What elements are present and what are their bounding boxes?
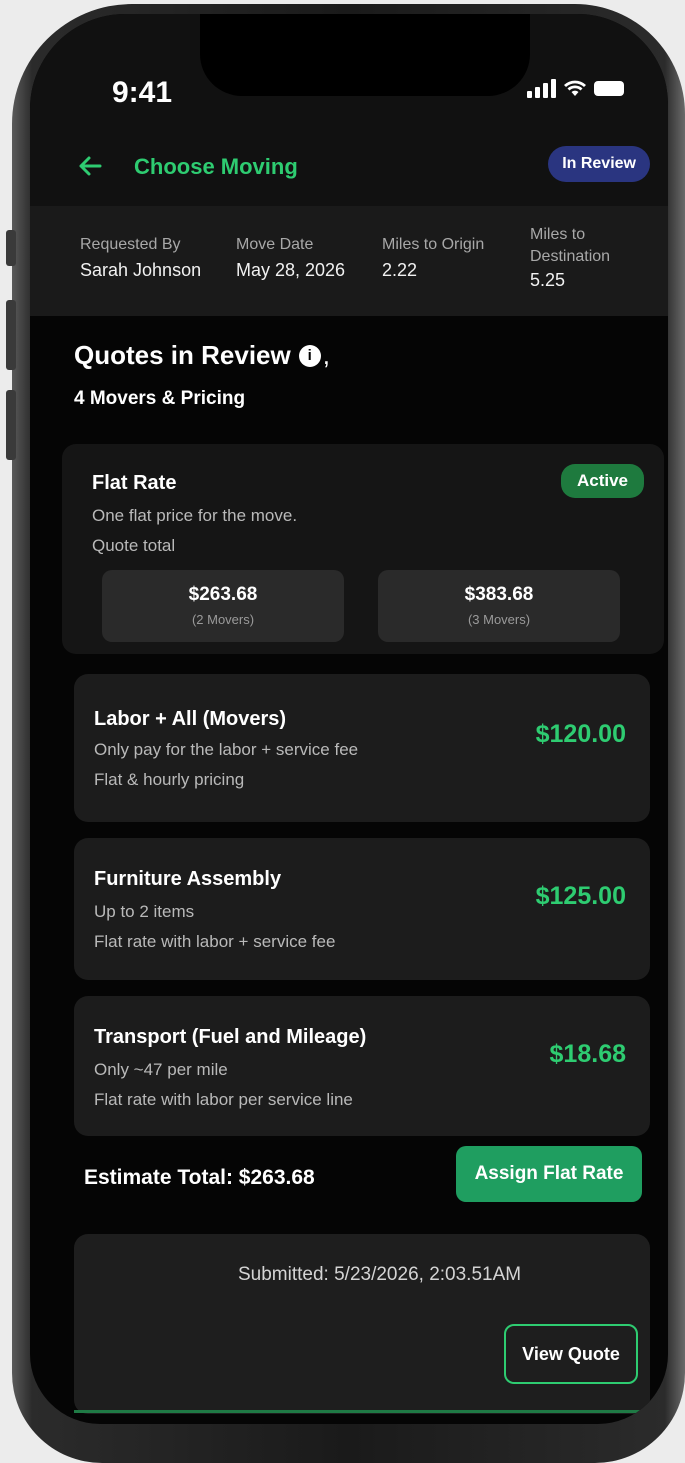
card-title: Furniture Assembly — [94, 868, 282, 890]
card-title: Flat Rate — [92, 472, 177, 494]
price-amount: $263.68 — [188, 584, 258, 605]
active-badge: Active — [560, 464, 644, 498]
divider — [74, 1410, 650, 1413]
phone-screen: 9:41 Choose Moving In Review Requested B… — [30, 14, 668, 1424]
status-badge: In Review — [548, 146, 650, 182]
price-option-3-movers[interactable]: $383.68 (3 Movers) — [378, 570, 620, 642]
estimate-total: Estimate Total: $263.68 — [84, 1166, 315, 1189]
status-icons — [527, 78, 624, 98]
card-title: Transport (Fuel and Mileage) — [94, 1026, 367, 1048]
card-description: One flat price for the move. — [92, 506, 298, 525]
section-title-text: Quotes in Review — [74, 340, 291, 370]
section-title: Quotes in Review i , — [74, 340, 330, 371]
volume-down-button — [6, 390, 16, 460]
price-amount: $383.68 — [464, 584, 534, 605]
arrow-left-icon[interactable] — [76, 152, 104, 180]
info-value: May 28, 2026 — [236, 260, 346, 280]
info-label: Miles to Origin — [382, 236, 485, 253]
info-value: 2.22 — [382, 260, 418, 280]
info-miles-origin: Miles to Origin 2.22 — [382, 236, 484, 281]
submitted-card: Submitted: 5/23/2026, 2:03.51AM View Quo… — [74, 1234, 650, 1414]
service-card-transport[interactable]: Transport (Fuel and Mileage) Only ~47 pe… — [74, 996, 650, 1136]
info-value: 5.25 — [530, 270, 566, 290]
wifi-icon — [564, 80, 586, 96]
card-description: Flat & hourly pricing — [94, 770, 245, 789]
card-description: Only ~47 per mile — [94, 1060, 228, 1079]
volume-up-button — [6, 300, 16, 370]
card-price: $125.00 — [535, 882, 626, 910]
info-requested-by: Requested By Sarah Johnson — [80, 236, 201, 281]
card-description: Up to 2 items — [94, 902, 195, 921]
status-time: 9:41 — [112, 76, 173, 109]
price-option-2-movers[interactable]: $263.68 (2 Movers) — [102, 570, 344, 642]
card-description: Quote total — [92, 536, 176, 555]
cellular-signal-icon — [527, 78, 556, 98]
view-quote-button[interactable]: View Quote — [504, 1324, 638, 1384]
card-price: $120.00 — [535, 720, 626, 748]
info-icon[interactable]: i — [298, 344, 321, 367]
section-subtitle: 4 Movers & Pricing — [74, 388, 246, 409]
move-info-bar: Requested By Sarah Johnson Move Date May… — [30, 206, 668, 316]
card-title: Labor + All (Movers) — [94, 708, 287, 730]
info-miles-destination: Miles to Destination 5.25 — [530, 224, 630, 291]
price-subtext: (3 Movers) — [467, 612, 531, 627]
price-subtext: (2 Movers) — [191, 612, 255, 627]
info-label: Move Date — [236, 236, 314, 253]
card-price: $18.68 — [549, 1040, 626, 1068]
assign-flat-rate-button[interactable]: Assign Flat Rate — [456, 1146, 642, 1202]
card-description: Flat rate with labor + service fee — [94, 932, 336, 951]
flat-rate-card[interactable]: Flat Rate Active One flat price for the … — [62, 444, 664, 654]
info-label: Requested By — [80, 236, 181, 253]
status-bar: 9:41 — [30, 14, 668, 134]
info-label: Miles to Destination — [530, 226, 611, 265]
side-button — [6, 230, 16, 266]
section-title-suffix: , — [322, 340, 330, 370]
info-value: Sarah Johnson — [80, 260, 202, 280]
card-description: Flat rate with labor per service line — [94, 1090, 353, 1109]
service-card-furniture[interactable]: Furniture Assembly Up to 2 items Flat ra… — [74, 838, 650, 980]
info-move-date: Move Date May 28, 2026 — [236, 236, 345, 281]
battery-icon — [594, 80, 624, 96]
card-description: Only pay for the labor + service fee — [94, 740, 359, 759]
app-header: Choose Moving In Review — [30, 134, 668, 206]
camera-notch — [200, 14, 530, 96]
page-title: Choose Moving — [134, 154, 298, 179]
submitted-timestamp: Submitted: 5/23/2026, 2:03.51AM — [238, 1264, 522, 1285]
service-card-labor[interactable]: Labor + All (Movers) Only pay for the la… — [74, 674, 650, 822]
